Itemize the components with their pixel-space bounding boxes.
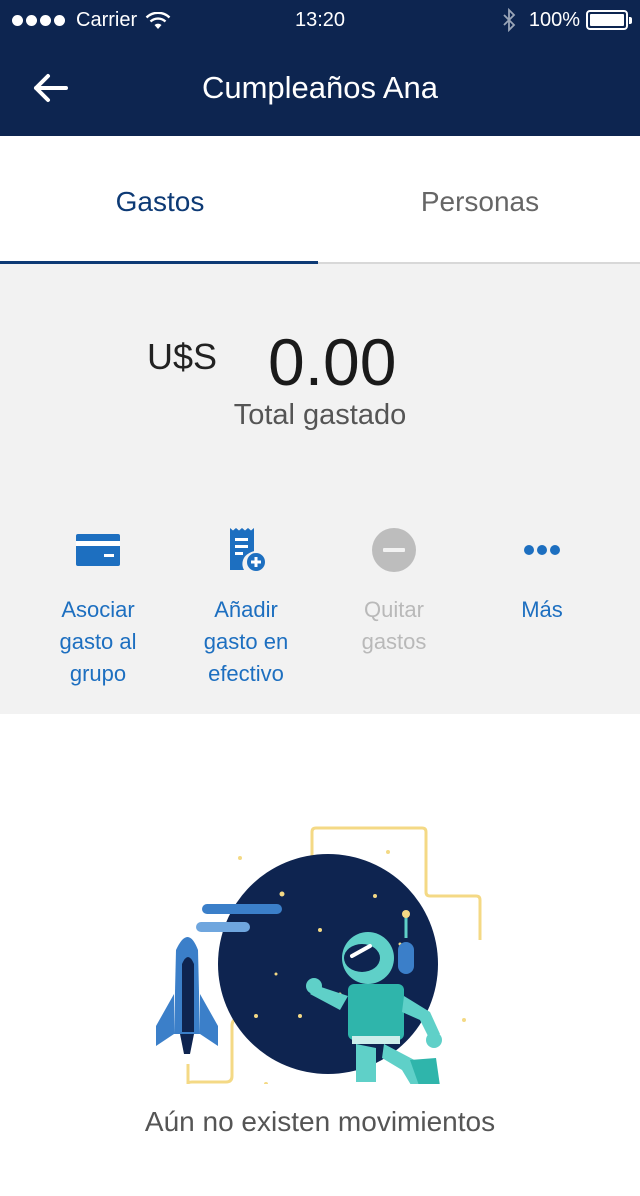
- tab-bar: Gastos Personas: [0, 136, 640, 264]
- currency-label: U$S: [147, 336, 218, 377]
- action-label-line: gasto al: [59, 629, 137, 654]
- empty-state: Aún no existen movimientos: [0, 714, 640, 1196]
- bluetooth-icon: [503, 8, 516, 32]
- more-icon: [524, 545, 560, 555]
- tab-gastos[interactable]: Gastos: [0, 136, 320, 264]
- expense-summary: U$S 0.00 Total gastado Asociar gasto al …: [0, 264, 640, 714]
- tab-personas[interactable]: Personas: [320, 136, 640, 264]
- associate-expense-button[interactable]: Asociar gasto al grupo: [23, 526, 173, 690]
- action-label-line: efectivo: [208, 661, 284, 686]
- astronaut-illustration: [156, 826, 482, 1084]
- action-label-line: gastos: [361, 629, 427, 654]
- action-label-line: grupo: [69, 661, 127, 686]
- nav-bar: Cumpleaños Ana: [0, 40, 640, 136]
- empty-state-message: Aún no existen movimientos: [144, 1106, 496, 1137]
- action-label-line: Añadir: [214, 597, 278, 622]
- total-amount: 0.00: [268, 325, 397, 399]
- action-label-line: Más: [521, 597, 563, 622]
- action-label-line: Quitar: [364, 597, 424, 622]
- status-bar: Carrier 13:20 100%: [0, 0, 640, 1196]
- total-label: Total gastado: [233, 399, 407, 431]
- battery-icon: [586, 10, 632, 30]
- action-label-line: Asociar: [61, 597, 135, 622]
- action-label-line: gasto en: [203, 629, 289, 654]
- receipt-add-icon: [230, 528, 267, 573]
- remove-expenses-button[interactable]: Quitar gastos: [319, 526, 469, 658]
- add-cash-expense-button[interactable]: Añadir gasto en efectivo: [171, 526, 321, 690]
- rocket-icon: [156, 937, 218, 1054]
- battery-percent: 100%: [528, 8, 580, 31]
- status-right: 100%: [501, 8, 632, 32]
- more-button[interactable]: Más: [467, 526, 617, 626]
- page-title: Cumpleaños Ana: [201, 70, 439, 105]
- card-icon: [76, 534, 120, 566]
- minus-circle-icon: [372, 528, 416, 572]
